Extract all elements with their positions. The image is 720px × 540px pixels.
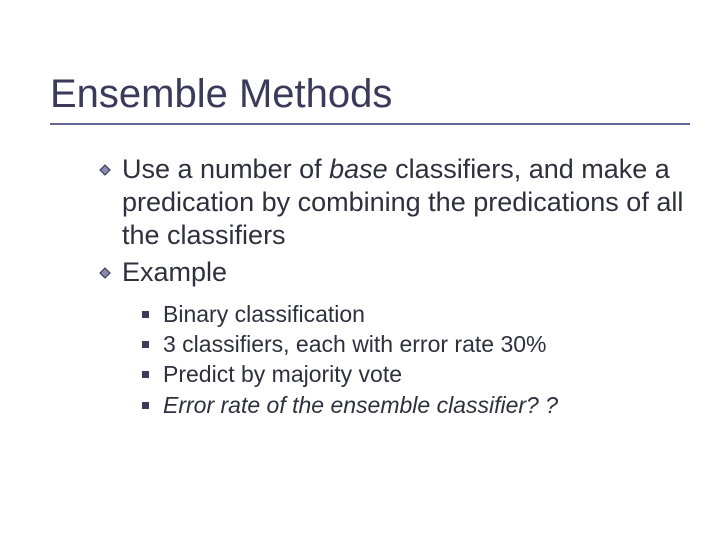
square-bullet-icon (142, 402, 149, 409)
bullet-item: Example (98, 256, 690, 289)
sub-bullet-text: 3 classifiers, each with error rate 30% (163, 329, 690, 359)
sub-list: Binary classification 3 classifiers, eac… (98, 299, 690, 420)
slide: Ensemble Methods Use a number of base cl… (0, 0, 720, 540)
square-bullet-icon (142, 341, 149, 348)
sub-bullet-item: 3 classifiers, each with error rate 30% (142, 329, 690, 359)
text-run: Use a number of (122, 154, 329, 184)
sub-bullet-item: Binary classification (142, 299, 690, 329)
slide-title: Ensemble Methods (50, 72, 690, 117)
sub-bullet-text: Binary classification (163, 299, 690, 329)
title-underline (50, 123, 690, 125)
diamond-bullet-icon (98, 266, 112, 280)
sub-bullet-text-italic: Error rate of the ensemble classifier? ? (163, 390, 690, 420)
sub-bullet-text: Predict by majority vote (163, 359, 690, 389)
square-bullet-icon (142, 311, 149, 318)
bullet-text: Use a number of base classifiers, and ma… (122, 153, 690, 252)
sub-bullet-item: Predict by majority vote (142, 359, 690, 389)
bullet-text: Example (122, 256, 690, 289)
sub-bullet-item: Error rate of the ensemble classifier? ? (142, 390, 690, 420)
square-bullet-icon (142, 371, 149, 378)
italic-run: base (329, 154, 388, 184)
diamond-bullet-icon (98, 163, 112, 177)
title-block: Ensemble Methods (50, 72, 690, 125)
bullet-item: Use a number of base classifiers, and ma… (98, 153, 690, 252)
body-content: Use a number of base classifiers, and ma… (50, 153, 690, 420)
